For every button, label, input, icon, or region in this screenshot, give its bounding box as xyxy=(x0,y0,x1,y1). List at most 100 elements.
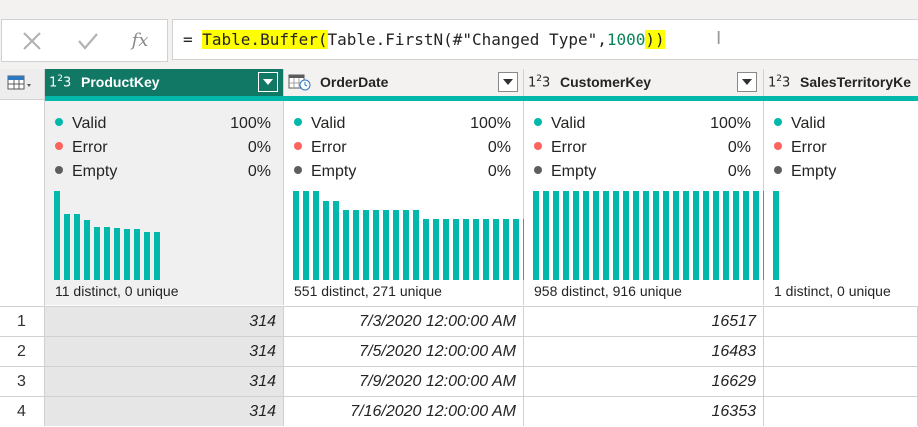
number-type-icon[interactable]: 123 xyxy=(49,74,71,90)
histogram-bar[interactable] xyxy=(54,191,60,280)
column-header-customerkey[interactable]: 123 CustomerKey xyxy=(524,69,764,96)
histogram-bar[interactable] xyxy=(553,191,559,280)
commit-formula-button[interactable] xyxy=(68,20,108,61)
histogram-bar[interactable] xyxy=(303,191,309,280)
histogram-bar[interactable] xyxy=(663,191,669,280)
cell-salesterritorykey[interactable] xyxy=(764,306,918,336)
cell-productkey[interactable]: 314 xyxy=(45,336,284,366)
cell-productkey[interactable]: 314 xyxy=(45,366,284,396)
cell-orderdate[interactable]: 7/3/2020 12:00:00 AM xyxy=(284,306,524,336)
histogram-bar[interactable] xyxy=(423,219,429,280)
histogram-bar[interactable] xyxy=(124,229,130,280)
histogram-bar[interactable] xyxy=(503,219,509,280)
histogram-bar[interactable] xyxy=(134,229,140,280)
histogram-bar[interactable] xyxy=(773,191,779,280)
histogram-bar[interactable] xyxy=(643,191,649,280)
row-number[interactable]: 4 xyxy=(0,396,45,426)
value-distribution-chart[interactable] xyxy=(293,191,589,280)
histogram-bar[interactable] xyxy=(413,210,419,280)
histogram-bar[interactable] xyxy=(74,214,80,280)
histogram-bar[interactable] xyxy=(154,232,160,280)
cell-customerkey[interactable]: 16353 xyxy=(524,396,764,426)
formula-input[interactable]: = Table.Buffer(Table.FirstN(#"Changed Ty… xyxy=(172,19,918,60)
row-number[interactable]: 3 xyxy=(0,366,45,396)
histogram-bar[interactable] xyxy=(753,191,759,280)
histogram-bar[interactable] xyxy=(104,227,110,280)
histogram-bar[interactable] xyxy=(543,191,549,280)
histogram-bar[interactable] xyxy=(333,201,339,280)
histogram-bar[interactable] xyxy=(573,191,579,280)
row-number[interactable]: 1 xyxy=(0,306,45,336)
value-distribution-chart[interactable] xyxy=(54,191,284,280)
value-distribution-chart[interactable] xyxy=(773,191,918,280)
cell-customerkey[interactable]: 16629 xyxy=(524,366,764,396)
column-filter-dropdown[interactable] xyxy=(258,72,278,92)
histogram-bar[interactable] xyxy=(703,191,709,280)
histogram-bar[interactable] xyxy=(84,220,90,280)
histogram-bar[interactable] xyxy=(473,219,479,280)
histogram-bar[interactable] xyxy=(683,191,689,280)
histogram-bar[interactable] xyxy=(313,191,319,280)
cancel-formula-button[interactable] xyxy=(12,20,52,61)
histogram-bar[interactable] xyxy=(443,219,449,280)
histogram-bar[interactable] xyxy=(483,219,489,280)
column-filter-dropdown[interactable] xyxy=(737,72,757,92)
column-filter-dropdown[interactable] xyxy=(498,72,518,92)
histogram-bar[interactable] xyxy=(563,191,569,280)
histogram-bar[interactable] xyxy=(403,210,409,280)
histogram-bar[interactable] xyxy=(383,210,389,280)
value-distribution-chart[interactable] xyxy=(533,191,829,280)
histogram-bar[interactable] xyxy=(673,191,679,280)
table-menu-button[interactable] xyxy=(0,69,45,100)
cell-salesterritorykey[interactable] xyxy=(764,396,918,426)
histogram-bar[interactable] xyxy=(743,191,749,280)
grid-corner xyxy=(0,69,45,306)
histogram-bar[interactable] xyxy=(723,191,729,280)
cell-orderdate[interactable]: 7/16/2020 12:00:00 AM xyxy=(284,396,524,426)
histogram-bar[interactable] xyxy=(114,228,120,280)
cell-salesterritorykey[interactable] xyxy=(764,366,918,396)
histogram-bar[interactable] xyxy=(64,214,70,280)
histogram-bar[interactable] xyxy=(353,210,359,280)
histogram-bar[interactable] xyxy=(733,191,739,280)
histogram-bar[interactable] xyxy=(513,219,519,280)
histogram-bar[interactable] xyxy=(323,201,329,280)
histogram-bar[interactable] xyxy=(373,210,379,280)
column-header-productkey[interactable]: 123 ProductKey xyxy=(45,69,284,96)
histogram-bar[interactable] xyxy=(653,191,659,280)
cell-orderdate[interactable]: 7/9/2020 12:00:00 AM xyxy=(284,366,524,396)
histogram-bar[interactable] xyxy=(693,191,699,280)
histogram-bar[interactable] xyxy=(343,210,349,280)
cell-salesterritorykey[interactable] xyxy=(764,336,918,366)
histogram-bar[interactable] xyxy=(453,219,459,280)
column-header-orderdate[interactable]: OrderDate xyxy=(284,69,524,96)
cell-productkey[interactable]: 314 xyxy=(45,306,284,336)
histogram-bar[interactable] xyxy=(463,219,469,280)
histogram-bar[interactable] xyxy=(633,191,639,280)
cell-orderdate[interactable]: 7/5/2020 12:00:00 AM xyxy=(284,336,524,366)
number-type-icon[interactable]: 123 xyxy=(768,74,790,90)
histogram-bar[interactable] xyxy=(533,191,539,280)
number-type-icon[interactable]: 123 xyxy=(528,74,550,90)
histogram-bar[interactable] xyxy=(493,219,499,280)
date-time-type-icon[interactable] xyxy=(288,74,312,96)
histogram-bar[interactable] xyxy=(293,191,299,280)
histogram-bar[interactable] xyxy=(393,210,399,280)
histogram-bar[interactable] xyxy=(593,191,599,280)
histogram-bar[interactable] xyxy=(433,219,439,280)
histogram-bar[interactable] xyxy=(94,227,100,280)
column-profile: Valid Error Empty 1 distinct, 0 unique xyxy=(764,101,918,305)
histogram-bar[interactable] xyxy=(603,191,609,280)
cell-customerkey[interactable]: 16483 xyxy=(524,336,764,366)
histogram-bar[interactable] xyxy=(363,210,369,280)
cell-customerkey[interactable]: 16517 xyxy=(524,306,764,336)
histogram-bar[interactable] xyxy=(623,191,629,280)
row-number[interactable]: 2 xyxy=(0,336,45,366)
histogram-bar[interactable] xyxy=(583,191,589,280)
insert-function-button[interactable]: fx xyxy=(120,20,160,61)
histogram-bar[interactable] xyxy=(613,191,619,280)
cell-productkey[interactable]: 314 xyxy=(45,396,284,426)
histogram-bar[interactable] xyxy=(144,232,150,280)
column-header-salesterritorykey[interactable]: 123 SalesTerritoryKe xyxy=(764,69,918,96)
histogram-bar[interactable] xyxy=(713,191,719,280)
